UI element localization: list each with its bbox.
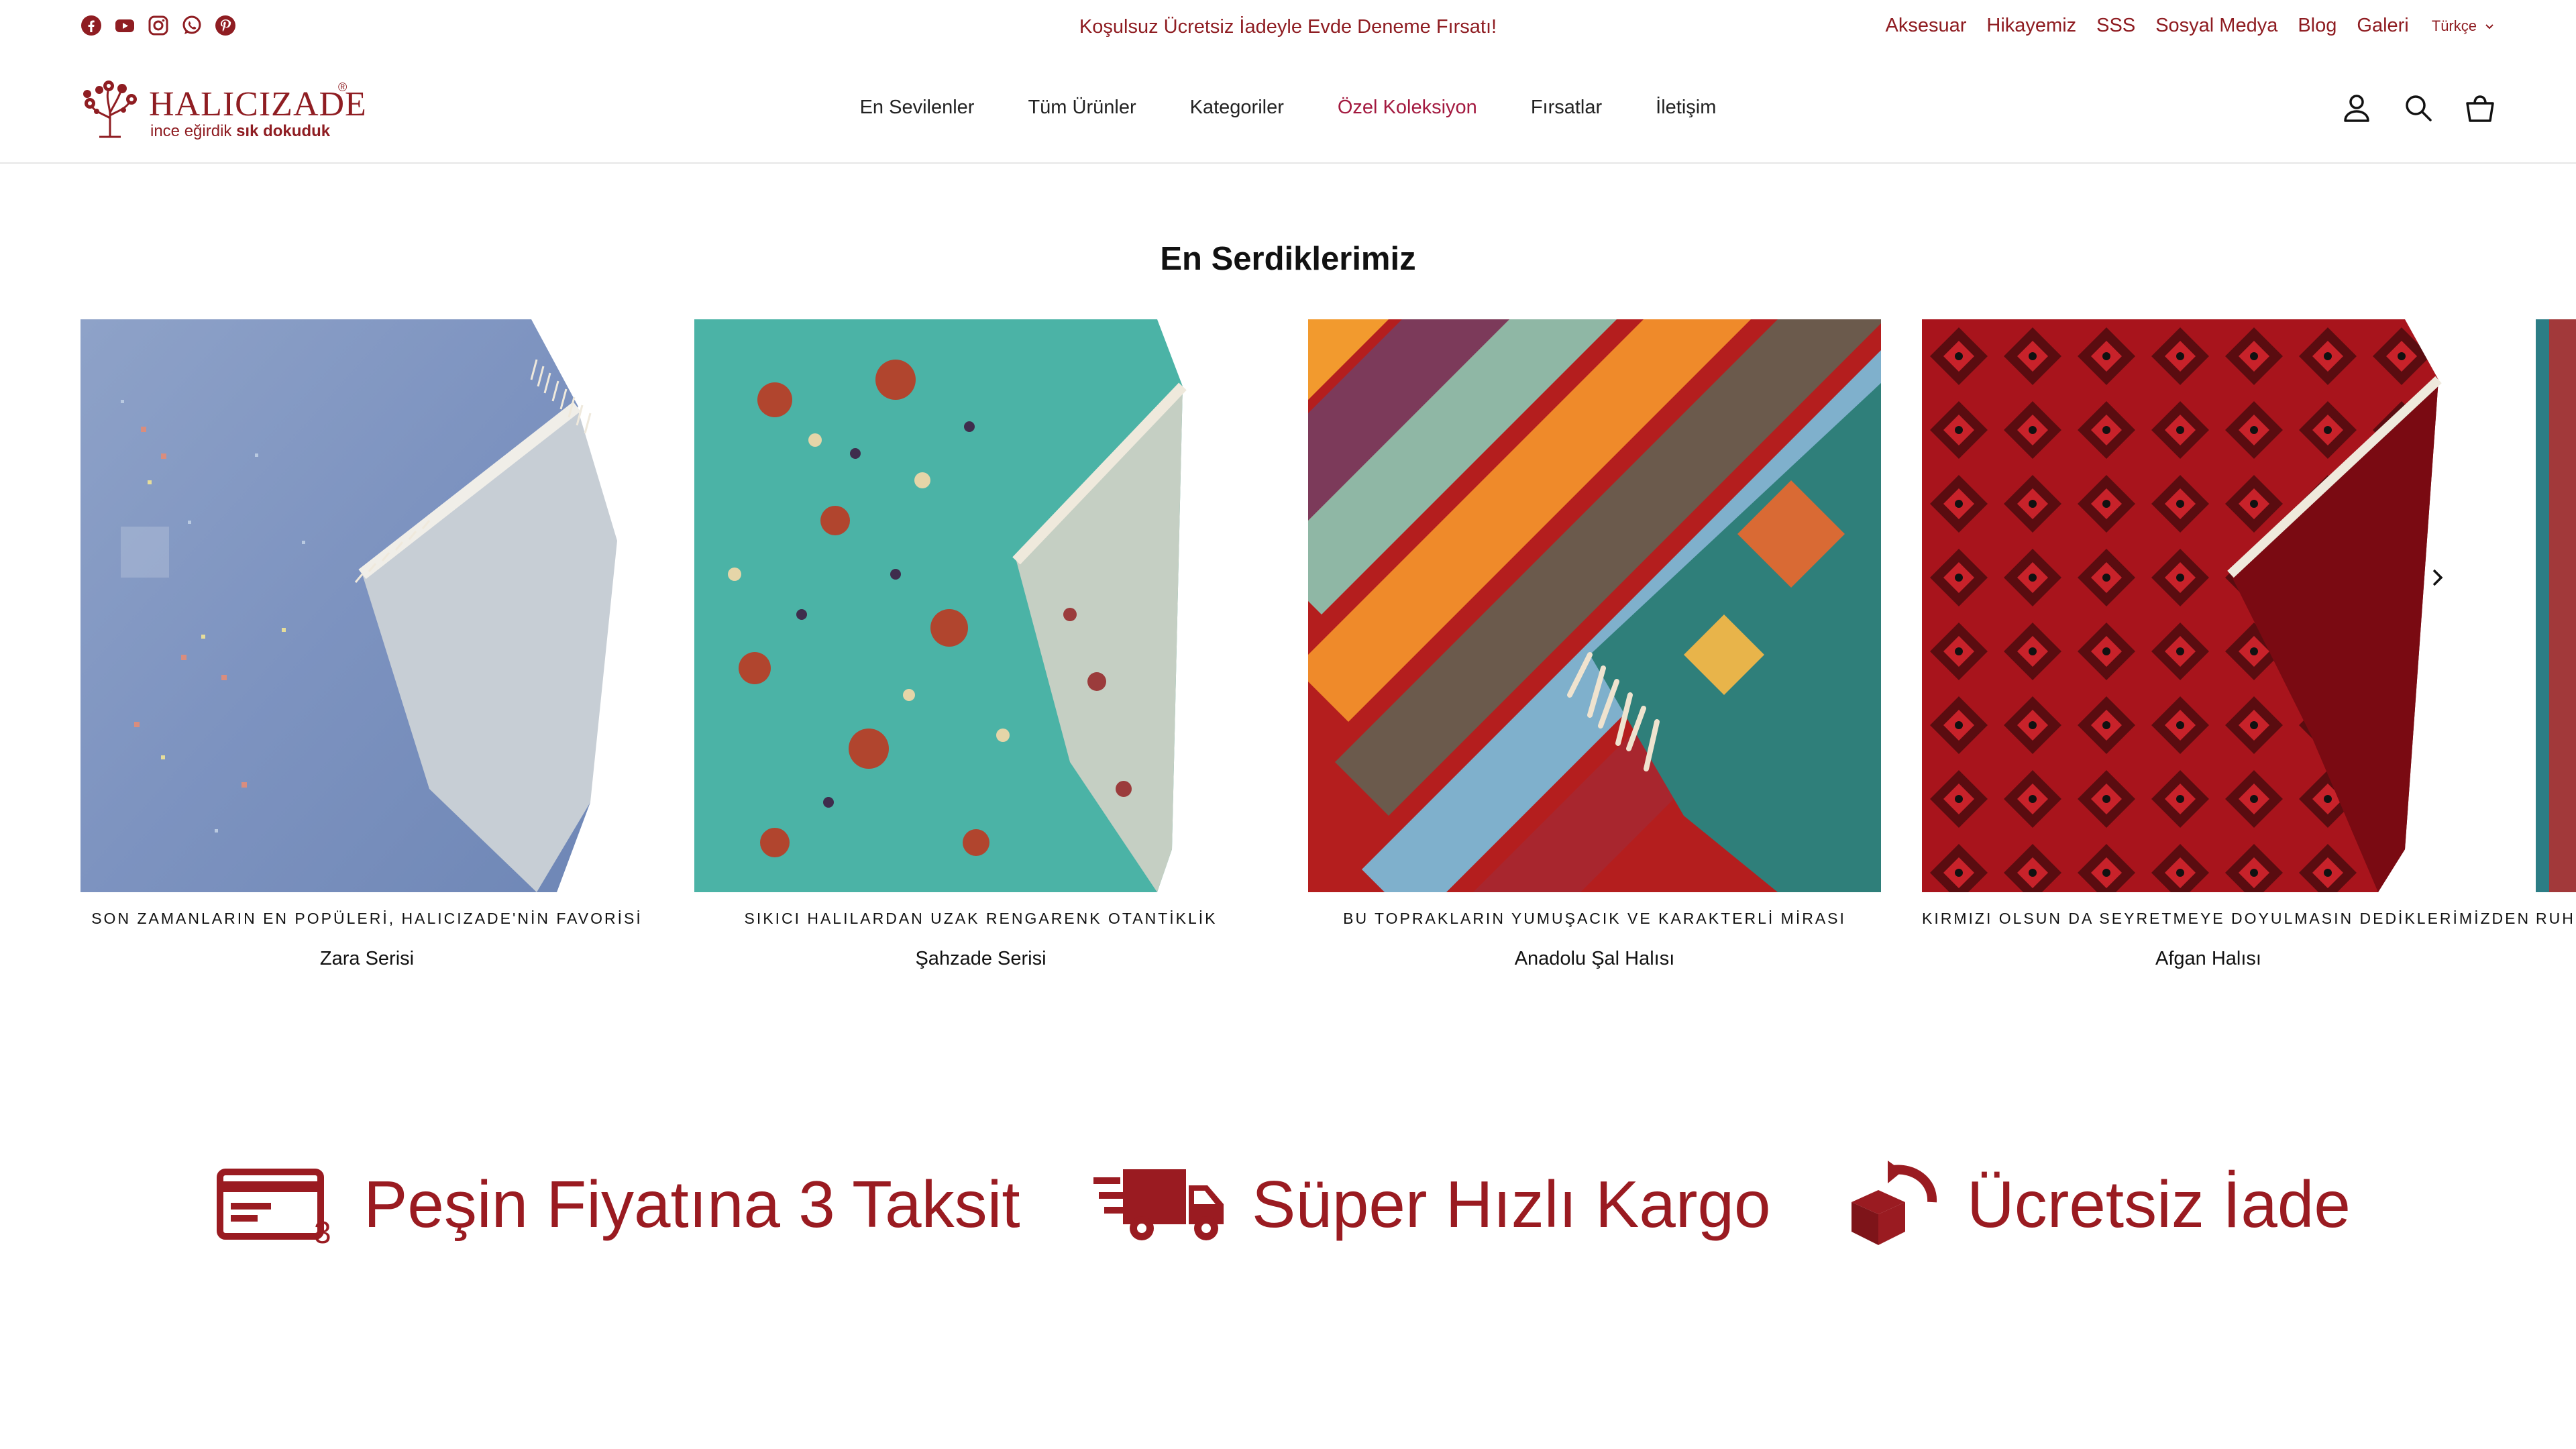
product-tagline: SIKICI HALILARDAN UZAK RENGARENK OTANTİK… [744,910,1218,927]
product-card[interactable]: SON ZAMANLARIN EN POPÜLERİ, HALICIZADE'N… [80,319,653,970]
product-image-partial[interactable] [2536,319,2576,892]
top-link-aksesuar[interactable]: Aksesuar [1886,15,1967,37]
product-tagline: KIRMIZI OLSUN DA SEYRETMEYE DOYULMASIN D… [1922,910,2531,927]
product-carousel: SON ZAMANLARIN EN POPÜLERİ, HALICIZADE'N… [80,319,2576,990]
top-link-galeri[interactable]: Galeri [2357,15,2408,37]
free-return-box-icon [1851,1161,1937,1245]
fast-delivery-truck-icon [1093,1169,1224,1240]
nav-item-en-sevilenler[interactable]: En Sevilenler [860,97,975,119]
utility-links: Aksesuar Hikayemiz SSS Sosyal Medya Blog… [1886,15,2496,37]
feature-label: Peşin Fiyatına 3 Taksit [364,1167,1020,1241]
product-tagline: RUH [2536,910,2575,927]
nav-item-ozel-koleksiyon[interactable]: Özel Koleksiyon [1338,97,1477,119]
product-card[interactable]: SIKICI HALILARDAN UZAK RENGARENK OTANTİK… [694,319,1267,970]
cart-icon[interactable] [2463,91,2497,125]
chevron-right-icon [2432,569,2443,586]
product-name[interactable]: Anadolu Şal Halısı [1308,948,1881,970]
product-name[interactable]: Afgan Halısı [1922,948,2495,970]
top-link-blog[interactable]: Blog [2298,15,2337,37]
product-card[interactable]: KIRMIZI OLSUN DA SEYRETMEYE DOYULMASIN D… [1922,319,2531,970]
top-link-sss[interactable]: SSS [2096,15,2135,37]
product-name[interactable]: Şahzade Serisi [694,948,1267,970]
carousel-prev-button[interactable] [121,527,169,578]
credit-card-installment-icon: 3 [217,1169,331,1244]
search-icon[interactable] [2402,91,2435,125]
section-title: En Serdiklerimiz [1160,241,1416,277]
nav-item-firsatlar[interactable]: Fırsatlar [1531,97,1602,119]
account-icon[interactable] [2340,91,2373,125]
top-link-hikayemiz[interactable]: Hikayemiz [1986,15,2076,37]
carousel-next-button[interactable] [2422,562,2453,593]
feature-return: Ücretsiz İade [1846,1154,2351,1254]
site-header: HALICIZADE ® ince eğirdik sık dokuduk En… [0,56,2576,164]
feature-installment: 3 Peşin Fiyatına 3 Taksit [216,1154,1020,1254]
product-card[interactable]: BU TOPRAKLARIN YUMUŞACIK VE KARAKTERLİ M… [1308,319,1881,970]
feature-label: Ücretsiz İade [1967,1167,2351,1241]
product-name[interactable]: Zara Serisi [80,948,653,970]
logo-slogan: ince eğirdik sık dokuduk [150,122,330,141]
product-image-sahzade[interactable] [694,319,1267,892]
product-card[interactable]: RUH [2536,319,2576,928]
product-tagline: SON ZAMANLARIN EN POPÜLERİ, HALICIZADE'N… [91,910,643,927]
feature-label: Süper Hızlı Kargo [1252,1167,1771,1241]
nav-item-tum-urunler[interactable]: Tüm Ürünler [1028,97,1136,119]
header-icons [2340,91,2497,125]
top-link-sosyal-medya[interactable]: Sosyal Medya [2155,15,2277,37]
features-strip: 3 Peşin Fiyatına 3 Taksit Süper Hızlı Ka… [0,1154,2576,1261]
language-label: Türkçe [2431,17,2477,34]
svg-text:3: 3 [314,1215,331,1244]
product-image-afgan[interactable] [1922,319,2495,892]
feature-shipping: Süper Hızlı Kargo [1093,1154,1770,1254]
main-nav: En Sevilenler Tüm Ürünler Kategoriler Öz… [0,97,2576,119]
nav-item-iletisim[interactable]: İletişim [1656,97,1716,119]
product-image-zara[interactable] [80,319,653,892]
logo-slogan-bold: sık dokuduk [236,122,331,140]
product-image-anadolu[interactable] [1308,319,1881,892]
language-selector[interactable]: Türkçe [2432,17,2496,35]
logo-registered-mark: ® [338,80,347,94]
nav-item-kategoriler[interactable]: Kategoriler [1190,97,1284,119]
top-bar: Koşulsuz Ücretsiz İadeyle Evde Deneme Fı… [0,0,2576,56]
chevron-down-icon [2485,23,2493,29]
logo-slogan-light: ince eğirdik [150,122,232,140]
product-tagline: BU TOPRAKLARIN YUMUŞACIK VE KARAKTERLİ M… [1343,910,1846,927]
